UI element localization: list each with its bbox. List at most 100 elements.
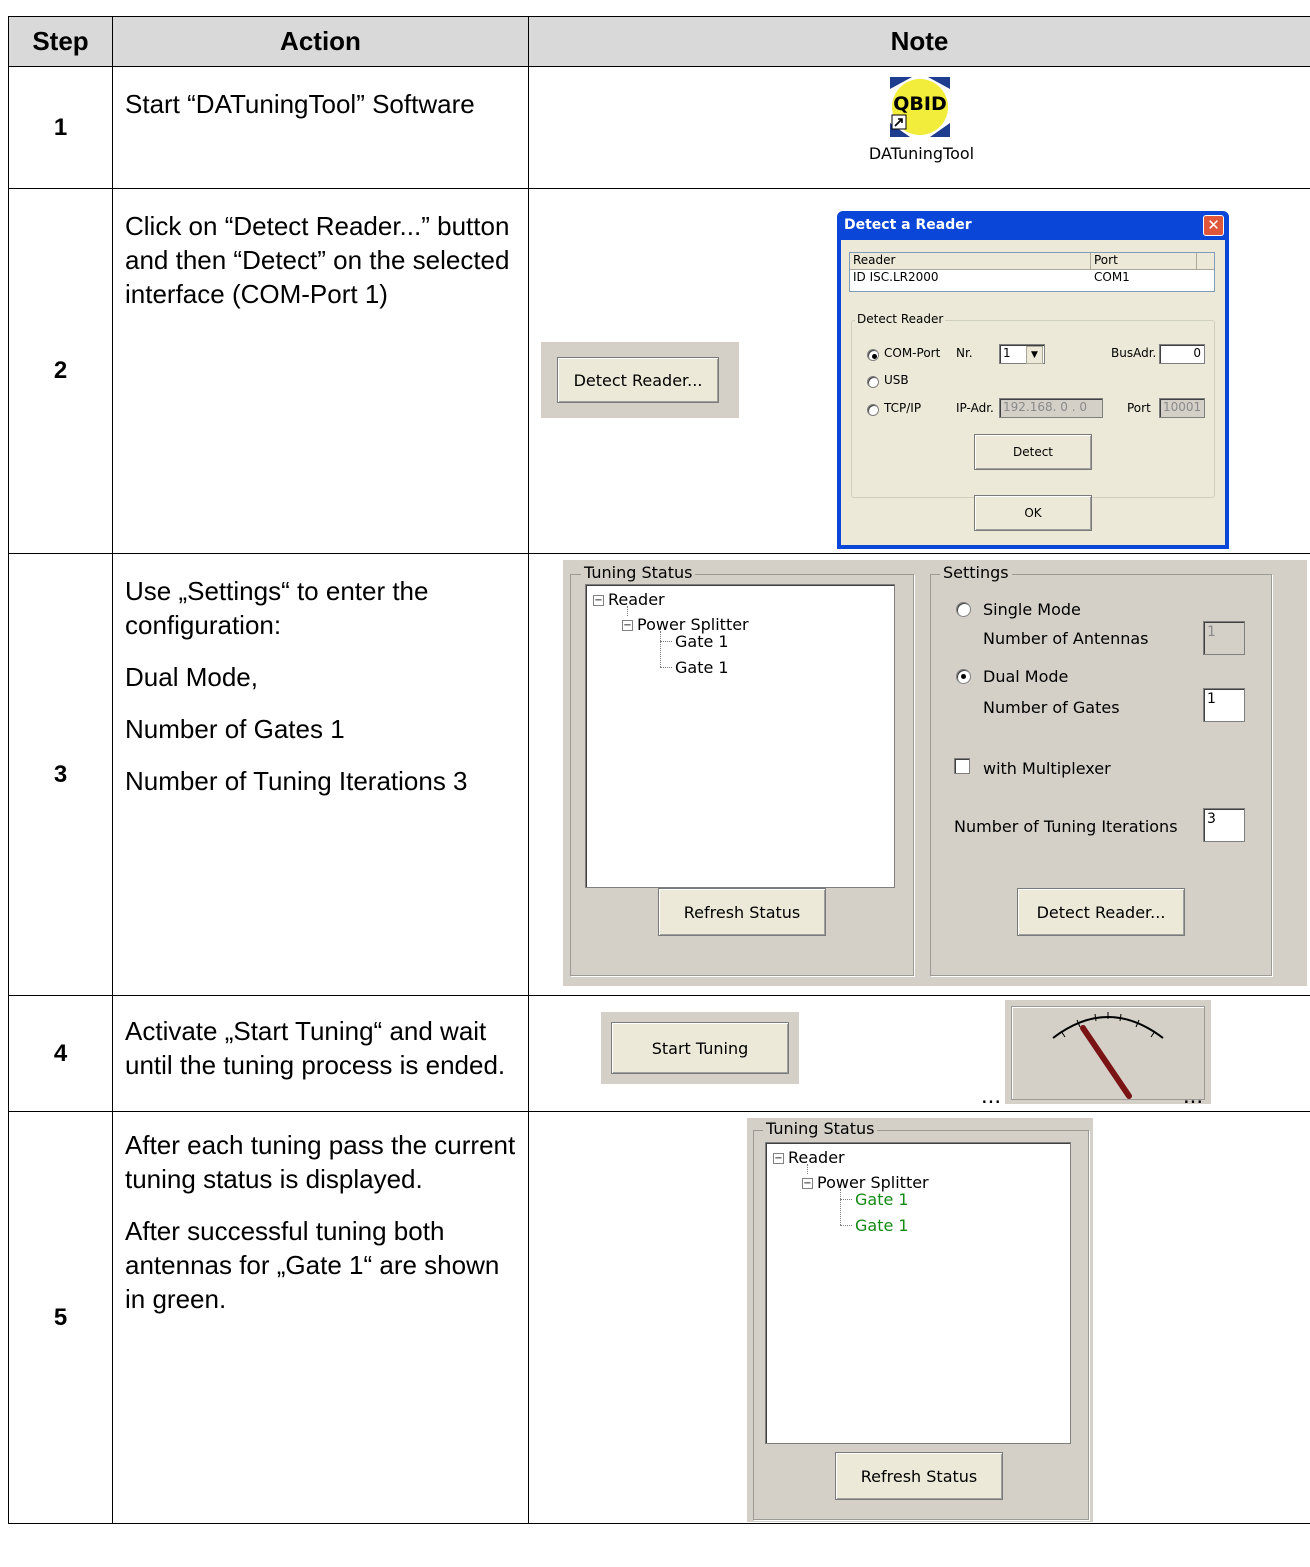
tuning-status-label: Tuning Status xyxy=(581,563,696,582)
list-row-port[interactable]: COM1 xyxy=(1094,270,1130,284)
chevron-down-icon[interactable]: ▼ xyxy=(1026,346,1043,364)
gauge-needle-icon xyxy=(1052,1012,1164,1099)
action-text: Number of Gates 1 xyxy=(125,714,345,744)
num-gates-field[interactable]: 1 xyxy=(1203,688,1245,722)
list-divider xyxy=(1196,253,1197,269)
step-number: 2 xyxy=(8,188,113,554)
note-cell: Detect Reader... Detect a Reader ✕ Reade… xyxy=(528,188,1310,554)
action-text: Number of Tuning Iterations 3 xyxy=(125,766,468,796)
table-row: 2 Click on “Detect Reader...” button and… xyxy=(8,188,1310,554)
settings-label: Settings xyxy=(940,563,1012,582)
ipadr-label: IP-Adr. xyxy=(956,401,994,415)
detect-button[interactable]: Detect xyxy=(974,434,1092,470)
tree-item-gate[interactable]: Gate 1 xyxy=(675,658,729,677)
tree-connector xyxy=(660,641,672,642)
detect-reader-button[interactable]: Detect Reader... xyxy=(1017,888,1185,936)
port-field[interactable]: 10001 xyxy=(1159,398,1205,418)
list-header-reader: Reader xyxy=(853,253,896,267)
tree-connector xyxy=(840,1199,852,1200)
tree-item-gate[interactable]: Gate 1 xyxy=(855,1190,909,1209)
num-gates-label: Number of Gates xyxy=(983,698,1120,717)
dual-mode-radio[interactable] xyxy=(956,669,971,684)
action-cell: Click on “Detect Reader...” button and t… xyxy=(112,188,529,554)
tree-label: Reader xyxy=(608,590,665,609)
dialog-body: Reader Port ID ISC.LR2000 COM1 Detect Re… xyxy=(841,240,1225,545)
datuningtool-desktop-icon[interactable]: QBID DATuningTool xyxy=(859,77,984,182)
tree-item-gate[interactable]: Gate 1 xyxy=(675,632,729,651)
reader-list[interactable]: Reader Port ID ISC.LR2000 COM1 xyxy=(849,252,1215,292)
tree-connector xyxy=(840,1189,841,1225)
nr-label: Nr. xyxy=(956,346,973,360)
table-row: 3 Use „Settings“ to enter the configurat… xyxy=(8,553,1310,996)
collapse-icon[interactable]: − xyxy=(622,620,633,631)
busadr-label: BusAdr. xyxy=(1111,346,1157,360)
tcpip-radio[interactable] xyxy=(867,404,879,416)
ellipsis-left: ... xyxy=(981,1082,1002,1109)
collapse-icon[interactable]: − xyxy=(773,1153,784,1164)
action-text: After each tuning pass the current tunin… xyxy=(125,1130,516,1194)
action-text: Click on “Detect Reader...” button and t… xyxy=(125,211,510,309)
multiplexer-checkbox[interactable] xyxy=(954,758,970,774)
ipadr-field[interactable]: 192.168. 0 . 0 xyxy=(999,398,1103,418)
steps-table: Step Action Note 1 Start “DATuningTool” … xyxy=(8,16,1310,1524)
nr-select[interactable]: 1 ▼ xyxy=(999,344,1045,364)
note-cell: Tuning Status − Reader − Power Splitter Ga… xyxy=(528,553,1310,996)
step-number: 5 xyxy=(8,1111,113,1524)
list-row-reader[interactable]: ID ISC.LR2000 xyxy=(853,270,939,284)
tree-label: Reader xyxy=(788,1148,845,1167)
list-header-port: Port xyxy=(1094,253,1118,267)
detect-reader-button[interactable]: Detect Reader... xyxy=(557,357,719,403)
logo-text: QBID xyxy=(893,93,947,115)
nr-value: 1 xyxy=(1003,346,1011,360)
tcpip-label: TCP/IP xyxy=(884,401,922,415)
note-cell: Start Tuning ... ... xyxy=(528,995,1310,1112)
com-port-radio[interactable] xyxy=(867,349,879,361)
tree-item-reader[interactable]: − Reader xyxy=(593,590,665,609)
refresh-status-button[interactable]: Refresh Status xyxy=(835,1452,1003,1500)
step-number: 1 xyxy=(8,66,113,189)
action-cell: Use „Settings“ to enter the configuratio… xyxy=(112,553,529,996)
table-row: 5 After each tuning pass the current tun… xyxy=(8,1111,1310,1524)
multiplexer-label: with Multiplexer xyxy=(983,759,1111,778)
port-label: Port xyxy=(1127,401,1151,415)
action-cell: Activate „Start Tuning“ and wait until t… xyxy=(112,995,529,1112)
tree-item-reader[interactable]: − Reader xyxy=(773,1148,845,1167)
dialog-title: Detect a Reader xyxy=(844,217,972,233)
step-number: 4 xyxy=(8,995,113,1112)
iterations-field[interactable]: 3 xyxy=(1203,808,1245,842)
action-cell: Start “DATuningTool” Software xyxy=(112,66,529,189)
tree-connector xyxy=(660,667,672,668)
list-divider xyxy=(1090,253,1091,269)
refresh-status-button[interactable]: Refresh Status xyxy=(658,888,826,936)
start-tuning-button[interactable]: Start Tuning xyxy=(611,1022,789,1074)
close-icon[interactable]: ✕ xyxy=(1203,215,1224,236)
usb-radio[interactable] xyxy=(867,376,879,388)
action-text: Activate „Start Tuning“ and wait until t… xyxy=(125,1016,506,1080)
usb-label: USB xyxy=(884,373,909,387)
com-port-label: COM-Port xyxy=(884,346,941,360)
header-row: Step Action Note xyxy=(8,16,1310,67)
group-label: Detect Reader xyxy=(855,312,946,326)
action-text: Use „Settings“ to enter the configuratio… xyxy=(125,576,429,640)
tree-connector xyxy=(660,631,661,667)
single-mode-radio[interactable] xyxy=(956,602,971,617)
collapse-icon[interactable]: − xyxy=(593,595,604,606)
step-number: 3 xyxy=(8,553,113,996)
ok-button[interactable]: OK xyxy=(974,495,1092,531)
dual-mode-label: Dual Mode xyxy=(983,667,1069,686)
table-row: 1 Start “DATuningTool” Software QBID DAT… xyxy=(8,66,1310,189)
iterations-label: Number of Tuning Iterations xyxy=(954,817,1178,836)
num-antennas-field[interactable]: 1 xyxy=(1203,621,1245,655)
busadr-field[interactable]: 0 xyxy=(1159,344,1205,364)
num-antennas-label: Number of Antennas xyxy=(983,629,1149,648)
tuning-status-label: Tuning Status xyxy=(763,1119,878,1138)
table-row: 4 Activate „Start Tuning“ and wait until… xyxy=(8,995,1310,1112)
tree-item-gate[interactable]: Gate 1 xyxy=(855,1216,909,1235)
action-text: Dual Mode, xyxy=(125,662,258,692)
note-header: Note xyxy=(528,16,1310,67)
single-mode-label: Single Mode xyxy=(983,600,1081,619)
action-text: Start “DATuningTool” Software xyxy=(125,89,475,119)
collapse-icon[interactable]: − xyxy=(802,1178,813,1189)
list-header xyxy=(850,253,1214,270)
tuning-gauge xyxy=(1005,1000,1211,1104)
